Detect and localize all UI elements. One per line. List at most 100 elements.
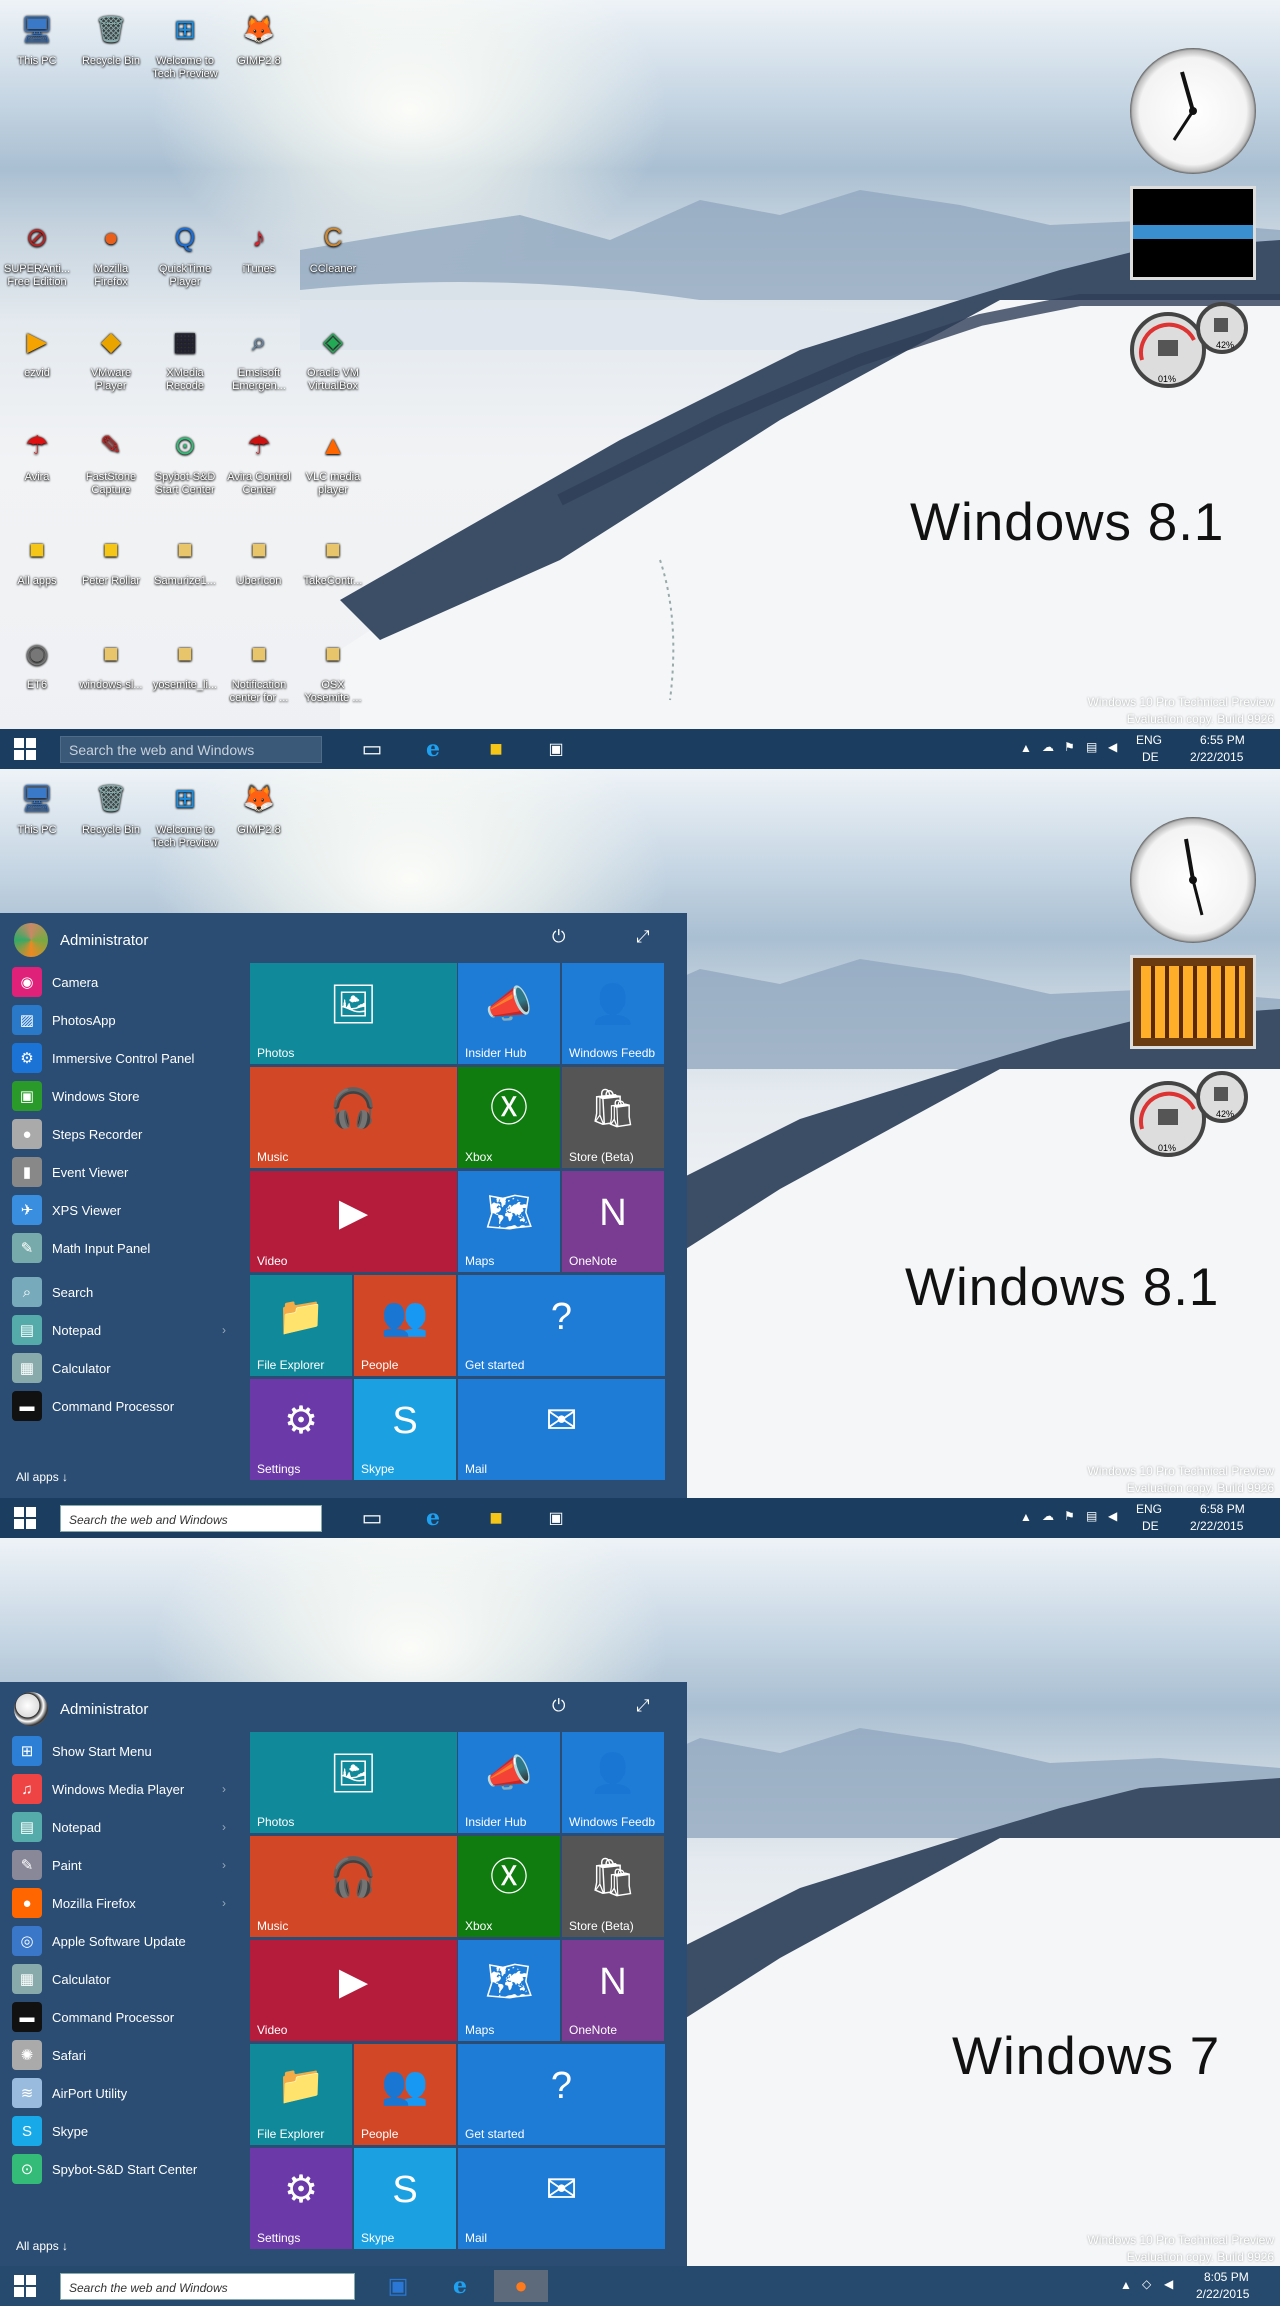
desktop-icon-mozilla-firefox[interactable]: ● Mozilla Firefox (76, 214, 146, 289)
slideshow-gadget[interactable] (1130, 186, 1256, 280)
language-indicator[interactable]: ENG (1136, 1502, 1162, 1516)
chevron-right-icon[interactable]: › (222, 1323, 226, 1337)
tile-skype[interactable]: S Skype (354, 2148, 456, 2249)
search-box[interactable]: Search the web and Windows (60, 1505, 322, 1532)
tile-music[interactable]: 🎧 Music (250, 1067, 457, 1168)
volume-icon[interactable]: ◀ (1164, 2277, 1173, 2291)
task-view-icon[interactable]: ▭ (352, 1502, 392, 1534)
internet-explorer-icon[interactable]: e (413, 1502, 453, 1534)
desktop-icon-this-pc[interactable]: 🖥 This PC (2, 775, 72, 837)
clock-date[interactable]: 2/22/2015 (1196, 2287, 1249, 2301)
file-explorer-icon[interactable]: ■ (476, 1502, 516, 1534)
tile-music[interactable]: 🎧 Music (250, 1836, 457, 1937)
user-account[interactable]: Administrator (14, 923, 148, 957)
network-icon[interactable]: ▤ (1086, 1509, 1097, 1523)
desktop-icon-notification-center-for[interactable]: ■ Notification center for ... (224, 630, 294, 705)
volume-icon[interactable]: ◀ (1108, 1509, 1117, 1523)
start-item-search[interactable]: ⌕ Search (12, 1273, 232, 1311)
clock-gadget[interactable] (1130, 48, 1256, 174)
tray-arrow-icon[interactable]: ▲ (1020, 1510, 1032, 1524)
flag-icon[interactable]: ⚑ (1064, 740, 1075, 754)
start-item-skype[interactable]: S Skype (12, 2112, 232, 2150)
clock-date[interactable]: 2/22/2015 (1190, 750, 1243, 764)
desktop-icon-this-pc[interactable]: 🖥 This PC (2, 6, 72, 68)
start-item-command-processor[interactable]: ▬ Command Processor (12, 1387, 232, 1425)
network-icon[interactable]: ▤ (1086, 740, 1097, 754)
desktop-icon-ezvid[interactable]: ▶ ezvid (2, 318, 72, 380)
all-apps-link[interactable]: All apps ↓ (16, 2239, 68, 2253)
desktop-icon-recycle-bin[interactable]: 🗑 Recycle Bin (76, 775, 146, 837)
tile-settings[interactable]: ⚙ Settings (250, 2148, 352, 2249)
desktop-icon-osx-yosemite[interactable]: ■ OSX Yosemite ... (298, 630, 368, 705)
desktop-icon-oracle-vm-virtualbox[interactable]: ◈ Oracle VM VirtualBox (298, 318, 368, 393)
desktop-icon-ubericon[interactable]: ■ UberIcon (224, 526, 294, 588)
firefox-taskbar-icon[interactable]: ● (494, 2270, 548, 2302)
tile-skype[interactable]: S Skype (354, 1379, 456, 1480)
language-indicator[interactable]: ENG (1136, 733, 1162, 747)
keyboard-layout[interactable]: DE (1142, 1519, 1159, 1533)
all-apps-link[interactable]: All apps ↓ (16, 1470, 68, 1484)
store-icon[interactable]: ▣ (536, 1502, 576, 1534)
desktop-icon-peter-rollar[interactable]: ■ Peter Rollar (76, 526, 146, 588)
search-box[interactable]: Search the web and Windows (60, 2273, 355, 2300)
tile-video[interactable]: ▶ Video (250, 1940, 457, 2041)
start-item-windows-store[interactable]: ▣ Windows Store (12, 1077, 232, 1115)
start-button[interactable] (0, 729, 50, 769)
internet-explorer-icon[interactable]: e (440, 2270, 480, 2302)
desktop-icon-gimp2-8[interactable]: 🦊 GIMP2.8 (224, 6, 294, 68)
desktop-icon-emsisoft-emergen[interactable]: ⌕ Emsisoft Emergen... (224, 318, 294, 393)
desktop-icon-vmware-player[interactable]: ◆ VMware Player (76, 318, 146, 393)
chevron-right-icon[interactable]: › (222, 1896, 226, 1910)
desktop-icon-welcome-to-tech-preview[interactable]: ⊞ Welcome to Tech Preview (150, 775, 220, 850)
desktop-icon-et6[interactable]: ◉ ET6 (2, 630, 72, 692)
keyboard-layout[interactable]: DE (1142, 750, 1159, 764)
tile-file-explorer[interactable]: 📁 File Explorer (250, 1275, 352, 1376)
desktop-icon-windows-sl[interactable]: ■ windows-sl... (76, 630, 146, 692)
tile-maps[interactable]: 🗺 Maps (458, 1940, 560, 2041)
desktop-icon-avira-control-center[interactable]: ☂ Avira Control Center (224, 422, 294, 497)
start-item-safari[interactable]: ✺ Safari (12, 2036, 232, 2074)
desktop-icon-samurize1[interactable]: ■ Samurize1... (150, 526, 220, 588)
start-item-command-processor[interactable]: ▬ Command Processor (12, 1998, 232, 2036)
cpu-meter-gadget[interactable]: 01% 42% (1128, 1069, 1254, 1163)
cloud-icon[interactable]: ☁ (1042, 740, 1054, 754)
start-item-show-start-menu[interactable]: ⊞ Show Start Menu (12, 1732, 232, 1770)
start-item-event-viewer[interactable]: ▮ Event Viewer (12, 1153, 232, 1191)
desktop-icon-yosemite-li[interactable]: ■ yosemite_li... (150, 630, 220, 692)
tile-windows-feedb[interactable]: 👤 Windows Feedb (562, 963, 664, 1064)
start-button[interactable] (0, 1498, 50, 1538)
tray-arrow-icon[interactable]: ▲ (1120, 2278, 1132, 2292)
start-item-apple-software-update[interactable]: ◎ Apple Software Update (12, 1922, 232, 1960)
start-item-paint[interactable]: ✎ Paint › (12, 1846, 232, 1884)
start-item-photosapp[interactable]: ▨ PhotosApp (12, 1001, 232, 1039)
tile-mail[interactable]: ✉ Mail (458, 2148, 665, 2249)
tile-maps[interactable]: 🗺 Maps (458, 1171, 560, 1272)
clock-gadget[interactable] (1130, 817, 1256, 943)
file-explorer-icon[interactable]: ■ (476, 733, 516, 765)
start-item-notepad[interactable]: ▤ Notepad › (12, 1808, 232, 1846)
start-item-notepad[interactable]: ▤ Notepad › (12, 1311, 232, 1349)
tile-xbox[interactable]: Ⓧ Xbox (458, 1836, 560, 1937)
desktop-icon-xmedia-recode[interactable]: ▦ XMedia Recode (150, 318, 220, 393)
cloud-icon[interactable]: ☁ (1042, 1509, 1054, 1523)
desktop-icon-all-apps[interactable]: ■ All apps (2, 526, 72, 588)
tile-insider-hub[interactable]: 📣 Insider Hub (458, 1732, 560, 1833)
chevron-right-icon[interactable]: › (222, 1820, 226, 1834)
clock-time[interactable]: 6:55 PM (1200, 733, 1245, 747)
tile-get-started[interactable]: ? Get started (458, 1275, 665, 1376)
user-account[interactable]: Administrator (14, 1692, 148, 1726)
tile-windows-feedb[interactable]: 👤 Windows Feedb (562, 1732, 664, 1833)
clock-time[interactable]: 8:05 PM (1204, 2270, 1249, 2284)
desktop-icon-ccleaner[interactable]: C CCleaner (298, 214, 368, 276)
tile-photos[interactable]: 🖼 Photos (250, 1732, 457, 1833)
start-item-calculator[interactable]: ▦ Calculator (12, 1960, 232, 1998)
desktop-icon-recycle-bin[interactable]: 🗑 Recycle Bin (76, 6, 146, 68)
start-button[interactable] (0, 2266, 50, 2306)
start-item-windows-media-player[interactable]: ♫ Windows Media Player › (12, 1770, 232, 1808)
network-icon[interactable]: ◇ (1142, 2277, 1151, 2291)
desktop-icon-takecontr[interactable]: ■ TakeContr... (298, 526, 368, 588)
finder-icon[interactable]: ▣ (378, 2270, 418, 2302)
start-item-immersive-control-panel[interactable]: ⚙ Immersive Control Panel (12, 1039, 232, 1077)
start-item-mozilla-firefox[interactable]: ● Mozilla Firefox › (12, 1884, 232, 1922)
tile-onenote[interactable]: N OneNote (562, 1171, 664, 1272)
